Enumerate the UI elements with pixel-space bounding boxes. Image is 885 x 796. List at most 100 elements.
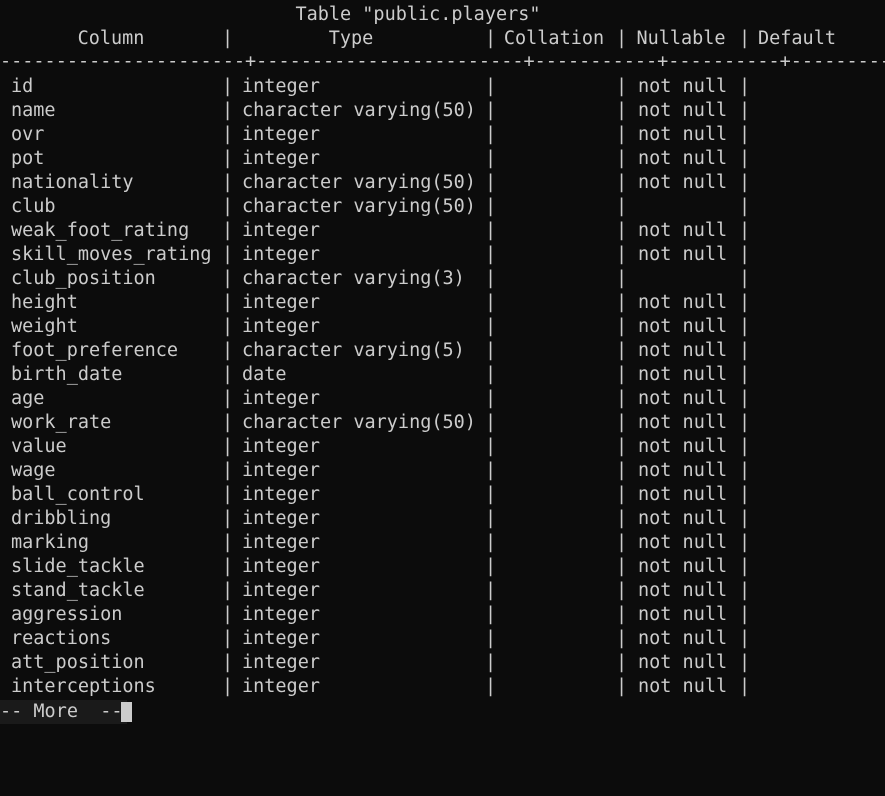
cell-type: integer — [242, 436, 320, 457]
column-separator: | — [739, 316, 751, 337]
column-separator: | — [616, 412, 628, 433]
column-separator: | — [616, 124, 628, 145]
cell-column-name: reactions — [11, 628, 112, 649]
column-separator: | — [485, 76, 497, 97]
cell-type: integer — [242, 148, 320, 169]
column-separator: | — [739, 436, 751, 457]
column-separator: | — [739, 100, 751, 121]
table-row: club_position | character varying(3) | | | — [0, 267, 885, 291]
cell-nullable: not null — [638, 100, 728, 121]
table-row: work_rate | character varying(50) | | not nul… — [0, 411, 885, 435]
cell-column-name: nationality — [11, 172, 134, 193]
column-separator: | — [616, 364, 628, 385]
cell-type: character varying(5) — [242, 340, 465, 361]
cell-type: integer — [242, 76, 320, 97]
column-separator: | — [739, 76, 751, 97]
cell-type: integer — [242, 604, 320, 625]
column-separator: | — [222, 148, 234, 169]
column-separator: | — [485, 100, 497, 121]
column-separator: | — [485, 580, 497, 601]
column-separator: | — [485, 292, 497, 313]
column-separator: | — [616, 580, 628, 601]
cell-nullable: not null — [638, 652, 728, 673]
cell-column-name: id — [11, 76, 34, 97]
cell-type: integer — [242, 556, 320, 577]
column-separator: | — [485, 148, 497, 169]
cell-type: integer — [242, 244, 320, 265]
cell-nullable: not null — [638, 604, 728, 625]
column-separator: | — [222, 460, 234, 481]
header-divider: ----------------------+-----------------… — [0, 51, 885, 72]
cell-column-name: club_position — [11, 268, 156, 289]
column-separator: | — [222, 76, 234, 97]
column-separator: | — [739, 124, 751, 145]
column-separator: | — [739, 172, 751, 193]
column-separator: | — [739, 244, 751, 265]
header-separator: | — [485, 28, 497, 49]
column-separator: | — [616, 604, 628, 625]
column-separator: | — [739, 460, 751, 481]
cell-nullable: not null — [638, 388, 728, 409]
column-separator: | — [222, 124, 234, 145]
cell-nullable: not null — [638, 484, 728, 505]
column-separator: | — [222, 484, 234, 505]
column-separator: | — [739, 628, 751, 649]
column-separator: | — [739, 604, 751, 625]
cell-type: integer — [242, 220, 320, 241]
column-separator: | — [485, 124, 497, 145]
column-separator: | — [222, 196, 234, 217]
cell-column-name: work_rate — [11, 412, 112, 433]
table-row: interceptions | integer | | not null | — [0, 675, 885, 699]
table-row: height | integer | | not null | — [0, 291, 885, 315]
column-separator: | — [616, 292, 628, 313]
cell-column-name: ovr — [11, 124, 45, 145]
column-separator: | — [485, 556, 497, 577]
column-separator: | — [485, 628, 497, 649]
cell-column-name: dribbling — [11, 508, 112, 529]
table-row: ovr | integer | | not null | — [0, 123, 885, 147]
table-row: reactions | integer | | not null | — [0, 627, 885, 651]
cell-type: date — [242, 364, 287, 385]
cell-type: integer — [242, 652, 320, 673]
cell-type: character varying(3) — [242, 268, 465, 289]
table-title-line: Table "public.players" — [0, 3, 885, 27]
table-row: id | integer | | not null | — [0, 75, 885, 99]
column-separator: | — [616, 244, 628, 265]
cell-type: integer — [242, 532, 320, 553]
column-separator: | — [485, 220, 497, 241]
column-separator: | — [485, 316, 497, 337]
header-separator: | — [739, 28, 751, 49]
table-row: stand_tackle | integer | | not null | — [0, 579, 885, 603]
cell-nullable: not null — [638, 124, 728, 145]
column-separator: | — [739, 652, 751, 673]
cell-type: character varying(50) — [242, 412, 476, 433]
column-separator: | — [222, 436, 234, 457]
cell-type: integer — [242, 460, 320, 481]
column-separator: | — [616, 196, 628, 217]
column-separator: | — [616, 172, 628, 193]
cell-type: integer — [242, 628, 320, 649]
table-row: skill_moves_rating | integer | | not null | — [0, 243, 885, 267]
column-separator: | — [485, 340, 497, 361]
column-separator: | — [616, 388, 628, 409]
column-separator: | — [739, 340, 751, 361]
column-separator: | — [485, 436, 497, 457]
cell-nullable: not null — [638, 532, 728, 553]
cell-nullable: not null — [638, 172, 728, 193]
column-separator: | — [739, 220, 751, 241]
column-separator: | — [739, 484, 751, 505]
terminal-window[interactable]: Table "public.players" Column | Type | C… — [0, 0, 885, 725]
cell-nullable: not null — [638, 508, 728, 529]
cell-column-name: skill_moves_rating — [11, 244, 212, 265]
column-separator: | — [485, 652, 497, 673]
column-separator: | — [222, 220, 234, 241]
column-separator: | — [616, 148, 628, 169]
cell-nullable: not null — [638, 460, 728, 481]
cell-nullable: not null — [638, 316, 728, 337]
cell-nullable: not null — [638, 628, 728, 649]
cell-nullable: not null — [638, 148, 728, 169]
cell-column-name: value — [11, 436, 67, 457]
column-separator: | — [616, 460, 628, 481]
column-separator: | — [616, 676, 628, 697]
cell-type: integer — [242, 124, 320, 145]
